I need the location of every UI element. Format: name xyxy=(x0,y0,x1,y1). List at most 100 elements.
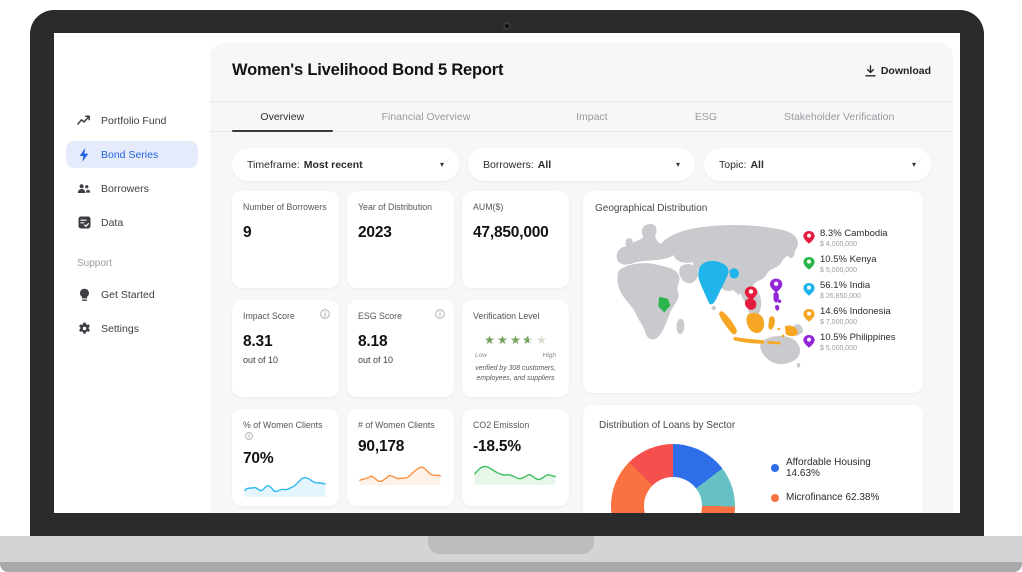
sidebar-item-label: Bond Series xyxy=(101,149,158,161)
report-panel: Women's Livelihood Bond 5 Report Downloa… xyxy=(210,43,953,513)
screen: Portfolio Fund Bond Series Borrowers Dat… xyxy=(54,33,960,513)
data-doc-icon xyxy=(77,216,91,230)
card-label: Verification Level xyxy=(473,311,558,322)
sidebar-item-get-started[interactable]: Get Started xyxy=(66,281,198,308)
sidebar-item-portfolio-fund[interactable]: Portfolio Fund xyxy=(66,107,198,134)
card-title: Geographical Distribution xyxy=(595,203,911,214)
tab-stakeholder-verification[interactable]: Stakeholder Verification xyxy=(747,102,931,131)
tab-impact[interactable]: Impact xyxy=(519,102,664,131)
geo-legend-amount: $ 26,850,000 xyxy=(820,293,870,300)
loans-legend-item: Microfinance 62.38% xyxy=(771,492,907,503)
info-icon[interactable] xyxy=(320,309,330,319)
dashboard-content: Number of Borrowers 9 Year of Distributi… xyxy=(210,181,953,513)
loans-donut-chart xyxy=(611,444,735,513)
chevron-down-icon: ▾ xyxy=(676,160,680,169)
world-map xyxy=(595,217,803,375)
topic-filter[interactable]: Topic: All ▾ xyxy=(704,148,931,181)
card-label: Impact Score xyxy=(243,311,328,322)
rating-high-label: High xyxy=(543,352,556,359)
timeframe-filter[interactable]: Timeframe: Most recent ▾ xyxy=(232,148,459,181)
star-icon: ★★ xyxy=(509,334,522,346)
page-title: Women's Livelihood Bond 5 Report xyxy=(232,61,503,80)
stat-card-grid: Number of Borrowers 9 Year of Distributi… xyxy=(232,191,569,513)
geo-legend-item: 14.6% Indonesia$ 7,000,000 xyxy=(803,307,907,326)
filter-label: Topic: xyxy=(719,159,746,171)
loans-legend-item: Affordable Housing 14.63% xyxy=(771,457,907,479)
card-value: 9 xyxy=(243,224,328,242)
tab-financial-overview[interactable]: Financial Overview xyxy=(333,102,520,131)
loans-legend: Affordable Housing 14.63% Microfinance 6… xyxy=(771,444,907,513)
geographical-distribution-card: Geographical Distribution xyxy=(583,191,923,393)
support-section-label: Support xyxy=(77,258,187,269)
card-subtext: out of 10 xyxy=(243,355,328,365)
filter-value: All xyxy=(750,159,763,171)
geo-legend-label: 14.6% Indonesia xyxy=(820,307,891,318)
geo-legend-item: 10.5% Kenya$ 5,000,000 xyxy=(803,255,907,274)
webcam-dot xyxy=(503,22,511,30)
verification-level-card: Verification Level ★★★★★★★★★★ Low High v… xyxy=(462,300,569,397)
laptop-frame: Portfolio Fund Bond Series Borrowers Dat… xyxy=(30,10,984,536)
sidebar-item-bond-series[interactable]: Bond Series xyxy=(66,141,198,168)
right-column: Geographical Distribution xyxy=(583,191,923,513)
legend-dot xyxy=(771,464,779,472)
geo-legend-label: 8.3% Cambodia xyxy=(820,229,888,240)
card-label: CO2 Emission xyxy=(473,420,558,431)
geo-legend-item: 56.1% India$ 26,850,000 xyxy=(803,281,907,300)
map-pin-icon xyxy=(803,256,815,271)
card-value: 2023 xyxy=(358,224,443,242)
map-pin-icon xyxy=(803,334,815,349)
card-value: 70% xyxy=(243,450,328,468)
laptop-base-edge xyxy=(0,562,1022,572)
map-country-philippines xyxy=(774,292,782,311)
legend-label: Microfinance 62.38% xyxy=(786,492,879,503)
sidebar-item-data[interactable]: Data xyxy=(66,209,198,236)
esg-score-card: ESG Score 8.18 out of 10 xyxy=(347,300,454,397)
sidebar: Portfolio Fund Bond Series Borrowers Dat… xyxy=(54,33,210,513)
chevron-down-icon: ▾ xyxy=(912,160,916,169)
sidebar-item-settings[interactable]: Settings xyxy=(66,315,198,342)
rating-low-label: Low xyxy=(475,352,487,359)
card-label: Number of Borrowers xyxy=(243,202,328,213)
sparkline-chart xyxy=(358,459,443,485)
star-icon: ★★ xyxy=(483,334,496,346)
sidebar-item-label: Borrowers xyxy=(101,183,149,195)
tab-overview[interactable]: Overview xyxy=(232,102,333,131)
number-of-borrowers-card: Number of Borrowers 9 xyxy=(232,191,339,288)
sidebar-item-borrowers[interactable]: Borrowers xyxy=(66,175,198,202)
geo-legend: 8.3% Cambodia$ 4,000,000 10.5% Kenya$ 5,… xyxy=(803,217,907,375)
download-button[interactable]: Download xyxy=(865,65,931,77)
bolt-icon xyxy=(77,148,91,162)
card-label: # of Women Clients xyxy=(358,420,443,431)
filter-bar: Timeframe: Most recent ▾ Borrowers: All … xyxy=(210,132,953,181)
filter-label: Borrowers: xyxy=(483,159,534,171)
info-icon[interactable] xyxy=(435,309,445,319)
card-value: -18.5% xyxy=(473,438,558,456)
tab-esg[interactable]: ESG xyxy=(664,102,747,131)
loans-by-sector-card: Distribution of Loans by Sector Affordab… xyxy=(583,405,923,513)
verification-note: verified by 308 customers, employees, an… xyxy=(473,364,558,383)
sidebar-item-label: Settings xyxy=(101,323,139,335)
star-icon: ★★ xyxy=(496,334,509,346)
geo-legend-label: 56.1% India xyxy=(820,281,870,292)
geo-legend-item: 10.5% Philippines$ 5,000,000 xyxy=(803,333,907,352)
women-clients-pct-card: % of Women Clients 70% xyxy=(232,409,339,506)
card-label: AUM($) xyxy=(473,202,558,213)
star-rating: ★★★★★★★★★★ xyxy=(473,331,558,349)
card-label: Year of Distribution xyxy=(358,202,443,213)
card-value: 47,850,000 xyxy=(473,224,558,242)
borrowers-filter[interactable]: Borrowers: All ▾ xyxy=(468,148,695,181)
download-label: Download xyxy=(881,65,931,77)
geo-legend-amount: $ 4,000,000 xyxy=(820,241,888,248)
map-pin-icon xyxy=(803,230,815,245)
sidebar-item-label: Data xyxy=(101,217,123,229)
year-of-distribution-card: Year of Distribution 2023 xyxy=(347,191,454,288)
sidebar-item-label: Portfolio Fund xyxy=(101,115,166,127)
people-icon xyxy=(77,182,91,196)
laptop-base-notch xyxy=(428,536,594,554)
card-label: % of Women Clients xyxy=(243,420,328,443)
chevron-down-icon: ▾ xyxy=(440,160,444,169)
co2-emission-card: CO2 Emission -18.5% xyxy=(462,409,569,506)
legend-label: Affordable Housing 14.63% xyxy=(786,457,907,479)
info-icon[interactable] xyxy=(245,432,253,440)
trend-up-icon xyxy=(77,114,91,128)
